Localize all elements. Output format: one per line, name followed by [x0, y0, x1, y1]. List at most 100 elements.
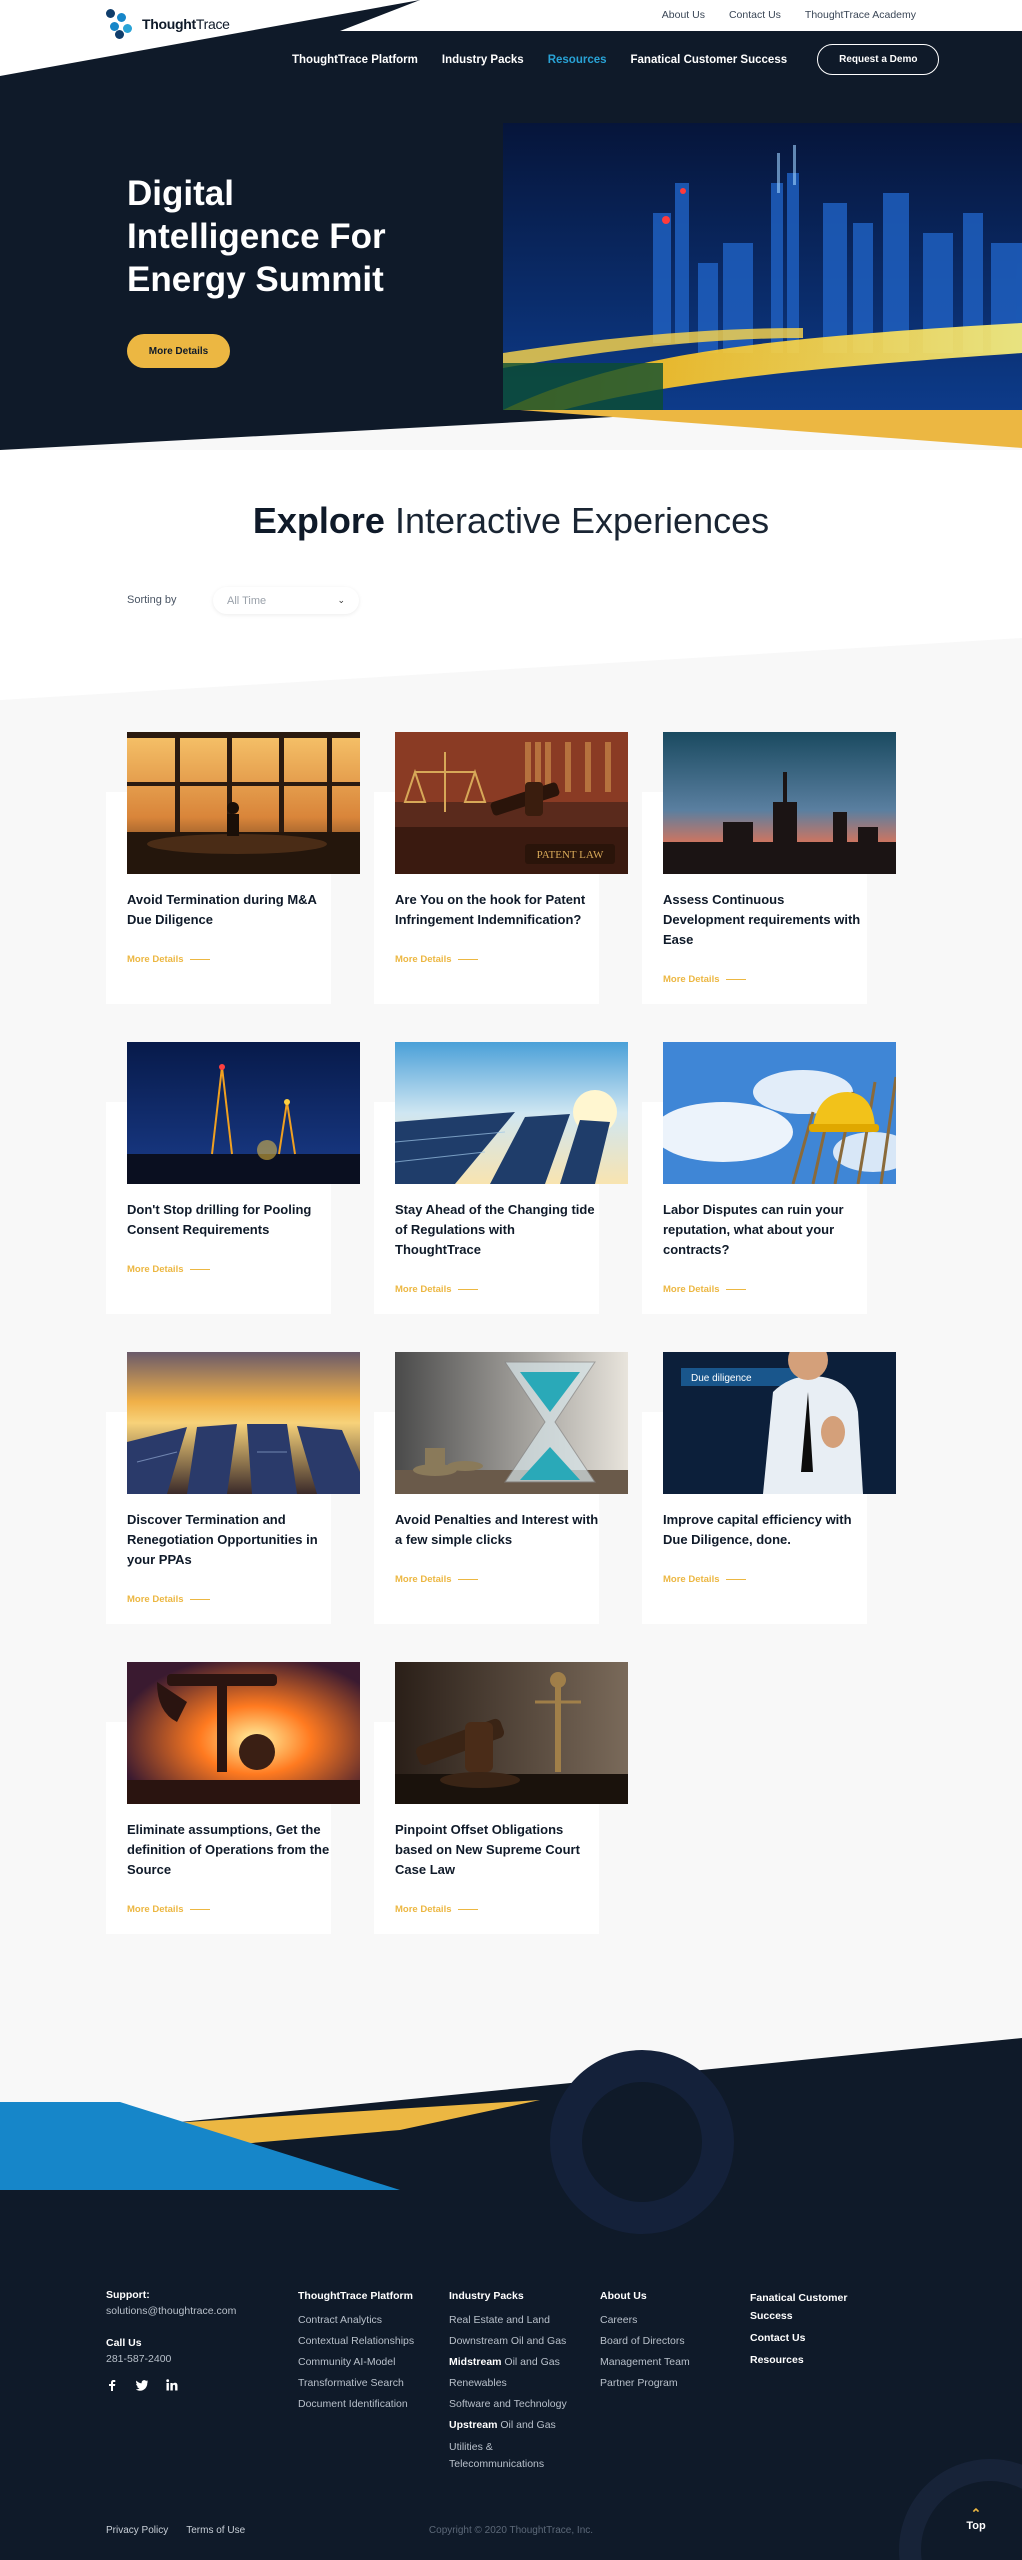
footer-link[interactable]: Midstream Oil and Gas [449, 2352, 589, 2373]
card-image-gavel-justice [395, 1662, 628, 1804]
resource-card[interactable]: Assess Continuous Development requiremen… [642, 732, 896, 1004]
patent-law-label: PATENT LAW [537, 849, 604, 861]
footer-col-industry: Industry Packs Real Estate and Land Down… [449, 2289, 589, 2473]
card-more-link[interactable]: More Details [395, 954, 478, 965]
card-more-link[interactable]: More Details [395, 1574, 478, 1585]
card-more-link[interactable]: More Details [127, 1264, 210, 1275]
top-link-contact[interactable]: Contact Us [729, 9, 781, 21]
card-image-hourglass-coins [395, 1352, 628, 1494]
footer-col-success: Fanatical Customer Success Contact Us Re… [750, 2289, 860, 2371]
chevron-up-icon: ⌃ [970, 2506, 982, 2521]
utility-nav: About Us Contact Us ThoughtTrace Academy [662, 9, 916, 21]
sort-label: Sorting by [127, 594, 177, 606]
footer-heading-industry[interactable]: Industry Packs [449, 2289, 589, 2304]
footer-heading-success[interactable]: Fanatical Customer Success [750, 2289, 860, 2325]
resource-card[interactable]: Avoid Penalties and Interest with a few … [374, 1352, 628, 1624]
resource-card[interactable]: Discover Termination and Renegotiation O… [106, 1352, 360, 1624]
call-label: Call Us [106, 2337, 142, 2349]
card-image-pumpjack-sunset [127, 1662, 360, 1804]
back-to-top-button[interactable]: ⌃ Top [960, 2506, 992, 2532]
resource-card[interactable]: Pinpoint Offset Obligations based on New… [374, 1662, 628, 1934]
card-image-refinery-sky [663, 732, 896, 874]
top-link-about[interactable]: About Us [662, 9, 705, 21]
footer-heading-about[interactable]: About Us [600, 2289, 730, 2304]
social-links [106, 2379, 236, 2391]
hero-more-details-button[interactable]: More Details [127, 334, 230, 368]
card-more-link[interactable]: More Details [127, 954, 210, 965]
resource-card[interactable]: Avoid Termination during M&A Due Diligen… [106, 732, 360, 1004]
card-title: Avoid Termination during M&A Due Diligen… [127, 892, 317, 927]
resource-card[interactable]: Don't Stop drilling for Pooling Consent … [106, 1042, 360, 1314]
card-title: Labor Disputes can ruin your reputation,… [663, 1202, 844, 1257]
card-more-link[interactable]: More Details [127, 1594, 210, 1605]
resource-card[interactable]: Due diligence Improve capital efficiency… [642, 1352, 896, 1624]
card-more-link[interactable]: More Details [663, 1574, 746, 1585]
copyright: Copyright © 2020 ThoughtTrace, Inc. [428, 2525, 594, 2536]
card-more-link[interactable]: More Details [127, 1904, 210, 1915]
card-title: Avoid Penalties and Interest with a few … [395, 1512, 599, 1547]
card-image-solar-field-sun [395, 1042, 628, 1184]
twitter-icon[interactable] [136, 2379, 148, 2391]
footer-link[interactable]: Document Identification [298, 2394, 438, 2415]
footer-link-resources[interactable]: Resources [750, 2349, 860, 2371]
card-title: Are You on the hook for Patent Infringem… [395, 892, 586, 927]
brand-logo[interactable]: ThoughtTrace [106, 9, 230, 39]
footer-link[interactable]: Board of Directors [600, 2331, 730, 2352]
footer-support: Support: solutions@thoughtrace.com Call … [106, 2289, 236, 2391]
explore-title: Explore Interactive Experiences [252, 500, 770, 541]
card-image-patent-gavel: PATENT LAW [395, 732, 628, 874]
hero-city-image [503, 123, 1022, 410]
footer-link[interactable]: Utilities & Telecommunications [449, 2439, 559, 2473]
footer-link[interactable]: Partner Program [600, 2373, 730, 2394]
card-title: Discover Termination and Renegotiation O… [127, 1512, 318, 1567]
card-title: Pinpoint Offset Obligations based on New… [395, 1822, 580, 1877]
footer-link[interactable]: Renewables [449, 2373, 589, 2394]
resource-card[interactable]: Stay Ahead of the Changing tide of Regul… [374, 1042, 628, 1314]
footer-link[interactable]: Downstream Oil and Gas [449, 2331, 589, 2352]
footer-link[interactable]: Contextual Relationships [298, 2331, 438, 2352]
chevron-down-icon: ⌄ [337, 595, 345, 605]
brand-name: ThoughtTrace [142, 16, 230, 32]
card-title: Stay Ahead of the Changing tide of Regul… [395, 1202, 595, 1257]
footer-link[interactable]: Contract Analytics [298, 2310, 438, 2331]
footer-link[interactable]: Real Estate and Land [449, 2310, 589, 2331]
request-demo-button[interactable]: Request a Demo [817, 44, 940, 75]
resource-card[interactable]: Labor Disputes can ruin your reputation,… [642, 1042, 896, 1314]
footer-link-contact[interactable]: Contact Us [750, 2327, 860, 2349]
footer-link[interactable]: Upstream Oil and Gas [449, 2415, 589, 2436]
hero-title: Digital Intelligence For Energy Summit [127, 174, 386, 299]
footer-link[interactable]: Transformative Search [298, 2373, 438, 2394]
card-image-solar-sunset [127, 1352, 360, 1494]
footer-link[interactable]: Software and Technology [449, 2394, 589, 2415]
card-title: Eliminate assumptions, Get the definitio… [127, 1822, 330, 1877]
card-title: Improve capital efficiency with Due Dili… [663, 1512, 852, 1547]
explore-header-slant [0, 628, 1022, 700]
sort-select[interactable]: All Time ⌄ [213, 587, 359, 614]
sort-value: All Time [227, 594, 267, 607]
facebook-icon[interactable] [106, 2379, 118, 2391]
card-more-link[interactable]: More Details [395, 1904, 478, 1915]
resource-card[interactable]: PATENT LAW Are You on the hook for Paten… [374, 732, 628, 1004]
due-diligence-label: Due diligence [691, 1373, 752, 1384]
card-image-drilling-rig-night [127, 1042, 360, 1184]
linkedin-icon[interactable] [166, 2379, 178, 2391]
footer-link[interactable]: Management Team [600, 2352, 730, 2373]
card-image-boardroom [127, 732, 360, 874]
card-more-link[interactable]: More Details [663, 1284, 746, 1295]
footer-heading-platform[interactable]: ThoughtTrace Platform [298, 2289, 438, 2304]
nav-item-platform[interactable]: ThoughtTrace Platform [292, 54, 418, 66]
card-title: Assess Continuous Development requiremen… [663, 892, 861, 947]
nav-item-resources[interactable]: Resources [548, 54, 607, 66]
top-link-academy[interactable]: ThoughtTrace Academy [805, 9, 916, 21]
nav-item-industry-packs[interactable]: Industry Packs [442, 54, 524, 66]
footer-link[interactable]: Community AI-Model [298, 2352, 438, 2373]
footer-link[interactable]: Careers [600, 2310, 730, 2331]
resource-card[interactable]: Eliminate assumptions, Get the definitio… [106, 1662, 360, 1934]
support-email[interactable]: solutions@thoughtrace.com [106, 2305, 236, 2317]
card-more-link[interactable]: More Details [395, 1284, 478, 1295]
nav-item-customer-success[interactable]: Fanatical Customer Success [631, 54, 788, 66]
phone-number[interactable]: 281-587-2400 [106, 2353, 236, 2365]
card-more-link[interactable]: More Details [663, 974, 746, 985]
main-nav: ThoughtTrace Platform Industry Packs Res… [292, 44, 940, 75]
card-image-due-diligence: Due diligence [663, 1352, 896, 1494]
